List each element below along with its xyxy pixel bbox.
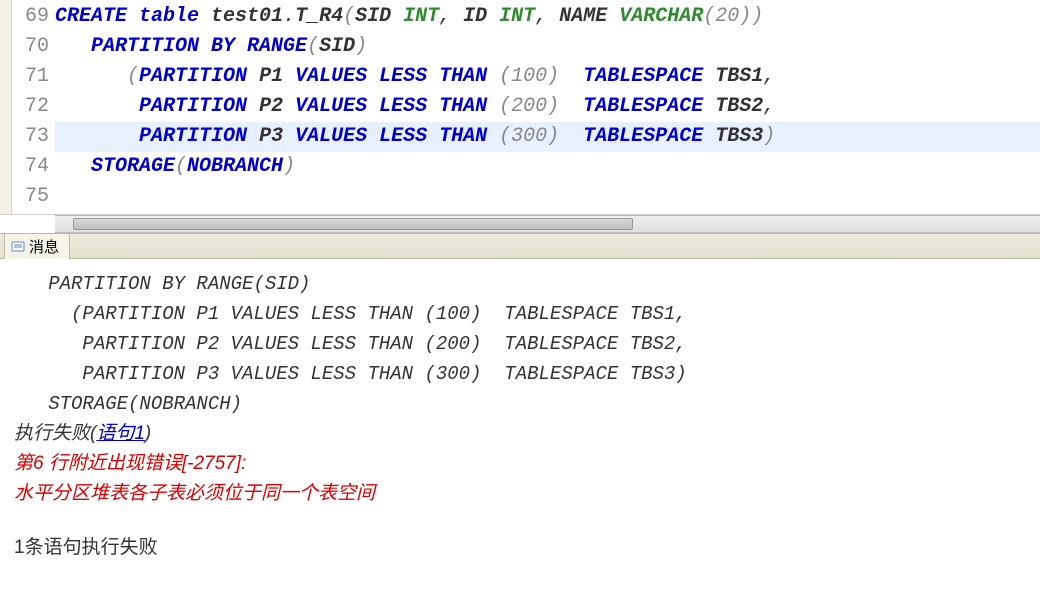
messages-tab-label: 消息 (29, 236, 59, 257)
fail-prefix: 执行失败( (14, 423, 96, 444)
editor-margin (0, 0, 12, 214)
messages-tab[interactable]: 消息 (4, 233, 70, 259)
fail-suffix: ) (145, 423, 151, 444)
output-sql-echo: PARTITION BY RANGE(SID) (PARTITION P1 VA… (14, 269, 1026, 419)
messages-icon (11, 240, 25, 254)
code-area[interactable]: CREATE table test01.T_R4(SID INT, ID INT… (55, 0, 1040, 214)
scrollbar-thumb[interactable] (73, 218, 633, 230)
sql-editor[interactable]: 69707172737475 CREATE table test01.T_R4(… (0, 0, 1040, 215)
error-line-2: 水平分区堆表各子表必须位于同一个表空间 (14, 479, 1026, 509)
statement-link[interactable]: 语句1 (96, 423, 145, 444)
error-line-1: 第6 行附近出现错误[-2757]: (14, 449, 1026, 479)
editor-horizontal-scrollbar[interactable] (55, 215, 1040, 233)
execution-failed-line: 执行失败(语句1) (14, 419, 1026, 449)
output-tabbar: 消息 (0, 233, 1040, 259)
execution-summary: 1条语句执行失败 (14, 533, 1026, 563)
output-panel: PARTITION BY RANGE(SID) (PARTITION P1 VA… (0, 259, 1040, 577)
